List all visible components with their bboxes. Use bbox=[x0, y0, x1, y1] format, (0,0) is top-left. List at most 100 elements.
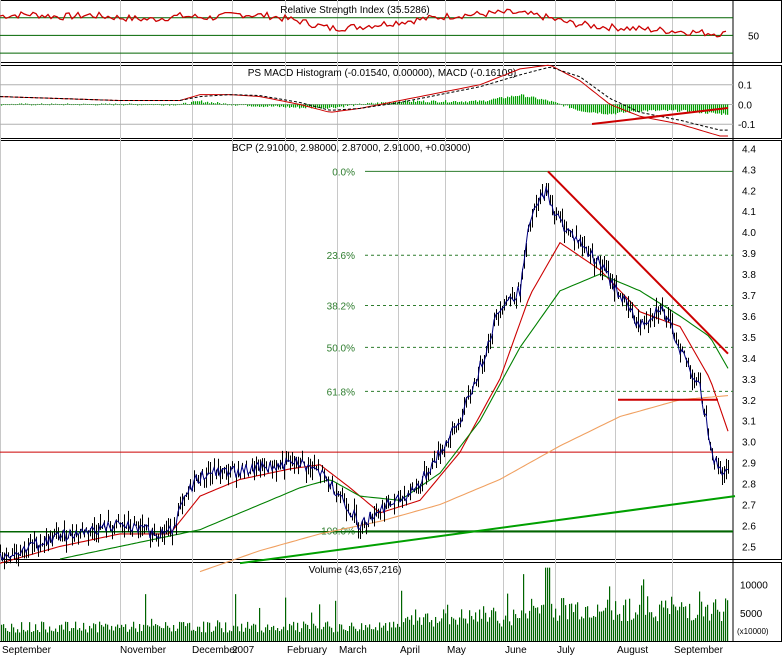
macd-histogram-bar bbox=[551, 100, 553, 105]
volume-bar bbox=[179, 621, 181, 641]
macd-histogram-bar bbox=[141, 104, 143, 106]
macd-tick-label: 0.0 bbox=[738, 100, 752, 111]
macd-histogram-bar bbox=[87, 104, 89, 105]
volume-bar bbox=[613, 619, 615, 641]
volume-bar bbox=[159, 626, 161, 641]
macd-histogram-bar bbox=[263, 104, 265, 108]
macd-histogram-bar bbox=[187, 104, 189, 105]
volume-bar bbox=[679, 606, 681, 641]
macd-histogram-bar bbox=[287, 104, 289, 107]
volume-bar bbox=[483, 606, 485, 641]
volume-bar bbox=[531, 598, 533, 641]
volume-bar bbox=[705, 606, 707, 641]
volume-bar bbox=[727, 600, 729, 641]
macd-histogram-bar bbox=[501, 97, 503, 105]
macd-histogram-bar bbox=[171, 104, 173, 105]
volume-bar bbox=[27, 630, 29, 641]
macd-histogram-bar bbox=[253, 104, 255, 107]
macd-histogram-bar bbox=[73, 104, 75, 106]
volume-bar bbox=[511, 625, 513, 641]
macd-histogram-bar bbox=[451, 101, 453, 105]
macd-histogram-bar bbox=[373, 103, 375, 105]
volume-bar bbox=[121, 624, 123, 641]
macd-histogram-bar bbox=[425, 102, 427, 105]
macd-histogram-bar bbox=[59, 104, 61, 106]
macd-histogram-bar bbox=[333, 104, 335, 108]
macd-histogram-bar bbox=[185, 102, 187, 105]
macd-histogram-bar bbox=[357, 104, 359, 105]
macd-histogram-bar bbox=[127, 104, 129, 106]
macd-histogram-bar bbox=[687, 104, 689, 112]
volume-bar bbox=[277, 628, 279, 641]
macd-histogram-bar bbox=[49, 104, 51, 106]
macd-histogram-bar bbox=[245, 104, 247, 105]
macd-histogram-bar bbox=[129, 103, 131, 105]
macd-histogram-bar bbox=[585, 104, 587, 113]
volume-bar bbox=[59, 625, 61, 641]
macd-histogram-bar bbox=[473, 100, 475, 105]
macd-histogram-bar bbox=[9, 104, 11, 106]
price-tick-label: 4.2 bbox=[742, 186, 756, 197]
volume-bar bbox=[547, 567, 549, 641]
macd-histogram-bar bbox=[285, 104, 287, 108]
volume-bar bbox=[143, 624, 145, 641]
volume-bar bbox=[325, 622, 327, 641]
macd-histogram-bar bbox=[673, 104, 675, 111]
macd-histogram-bar bbox=[41, 103, 43, 105]
volume-bar bbox=[393, 621, 395, 641]
macd-histogram-bar bbox=[257, 104, 259, 107]
macd-histogram-bar bbox=[75, 104, 77, 105]
volume-bar bbox=[603, 610, 605, 641]
macd-histogram-bar bbox=[361, 104, 363, 106]
volume-bar bbox=[717, 609, 719, 641]
macd-histogram-bar bbox=[345, 104, 347, 106]
x-axis-label: May bbox=[447, 645, 466, 655]
macd-histogram-bar bbox=[503, 98, 505, 105]
volume-bar bbox=[91, 628, 93, 641]
volume-bar bbox=[189, 622, 191, 641]
volume-bar bbox=[379, 622, 381, 641]
macd-histogram-bar bbox=[577, 104, 579, 111]
macd-histogram-bar bbox=[149, 104, 151, 106]
volume-bar bbox=[457, 624, 459, 641]
volume-bar bbox=[33, 631, 35, 641]
macd-histogram-bar bbox=[437, 102, 439, 105]
volume-bar bbox=[275, 630, 277, 641]
macd-histogram-bar bbox=[457, 102, 459, 105]
price-tick-label: 2.6 bbox=[742, 521, 756, 532]
macd-histogram-bar bbox=[637, 104, 639, 112]
macd-histogram-bar bbox=[249, 104, 251, 106]
macd-histogram-bar bbox=[469, 101, 471, 105]
macd-histogram-bar bbox=[163, 104, 165, 106]
macd-histogram-bar bbox=[131, 103, 133, 105]
volume-bar bbox=[499, 623, 501, 641]
volume-bar bbox=[431, 620, 433, 641]
x-axis-label: March bbox=[339, 645, 367, 655]
volume-bar bbox=[715, 599, 717, 641]
macd-histogram-bar bbox=[517, 96, 519, 105]
macd-histogram-bar bbox=[675, 104, 677, 110]
macd-histogram-bar bbox=[347, 104, 349, 106]
volume-bar bbox=[99, 621, 101, 641]
macd-histogram-bar bbox=[647, 104, 649, 112]
volume-bar bbox=[247, 621, 249, 641]
volume-bar bbox=[369, 624, 371, 641]
volume-bar bbox=[151, 618, 153, 641]
macd-histogram-bar bbox=[353, 104, 355, 107]
volume-bar bbox=[615, 601, 617, 641]
macd-histogram-bar bbox=[61, 104, 63, 105]
macd-histogram-bar bbox=[3, 104, 5, 105]
volume-bar bbox=[305, 623, 307, 641]
macd-histogram-bar bbox=[197, 101, 199, 105]
volume-unit-label: (x10000) bbox=[737, 627, 769, 636]
volume-bar bbox=[53, 631, 55, 641]
macd-tick-label: 0.1 bbox=[738, 81, 752, 92]
macd-histogram-bar bbox=[505, 98, 507, 105]
volume-bar bbox=[109, 629, 111, 641]
macd-histogram-bar bbox=[147, 104, 149, 106]
macd-histogram-bar bbox=[419, 100, 421, 105]
volume-bar bbox=[47, 632, 49, 641]
macd-histogram-bar bbox=[483, 100, 485, 105]
volume-bar bbox=[7, 630, 9, 641]
macd-histogram-bar bbox=[233, 104, 235, 106]
